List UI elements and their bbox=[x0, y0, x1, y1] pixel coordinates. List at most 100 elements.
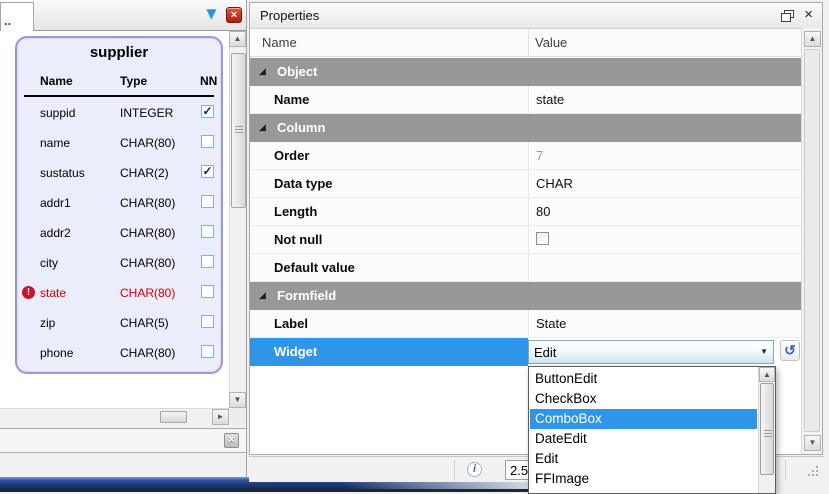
scrollbar-thumb[interactable] bbox=[231, 53, 246, 208]
scroll-up-button[interactable]: ▲ bbox=[804, 31, 821, 47]
not-null-checkbox[interactable]: ✓ bbox=[201, 105, 214, 118]
widget-dropdown-list: ButtonEditCheckBoxComboBoxDateEditEditFF… bbox=[528, 366, 776, 494]
scrollbar-corner bbox=[229, 408, 246, 425]
property-row-data-type[interactable]: Data typeCHAR bbox=[250, 170, 801, 198]
thumb-grip-icon bbox=[235, 126, 243, 134]
supplier-table[interactable]: supplier Name Type NN suppidINTEGER✓name… bbox=[15, 36, 223, 374]
column-type: CHAR(80) bbox=[120, 346, 175, 360]
dropdown-items: ButtonEditCheckBoxComboBoxDateEditEditFF… bbox=[530, 369, 757, 494]
dropdown-scrollbar[interactable]: ▲ bbox=[758, 367, 775, 493]
property-value-cell bbox=[528, 254, 801, 281]
column-name: addr2 bbox=[40, 226, 71, 240]
property-row-length[interactable]: Length 80 bbox=[250, 198, 801, 226]
dropdown-option-fflabel[interactable]: FFLabel bbox=[530, 489, 757, 494]
property-row-label[interactable]: Label State bbox=[250, 310, 801, 338]
column-name: zip bbox=[40, 316, 55, 330]
header-name: Name bbox=[40, 74, 73, 88]
not-null-checkbox[interactable] bbox=[536, 232, 549, 245]
table-column-sustatus[interactable]: sustatusCHAR(2)✓ bbox=[17, 157, 221, 187]
property-name: Length bbox=[274, 204, 317, 219]
thumb-grip-icon bbox=[764, 430, 772, 438]
column-name: phone bbox=[40, 346, 73, 360]
canvas-vertical-scrollbar[interactable]: ▲ ▼ bbox=[229, 31, 246, 408]
not-null-checkbox[interactable] bbox=[201, 285, 214, 298]
resize-grip[interactable] bbox=[806, 464, 820, 478]
name-column-header: Name bbox=[262, 35, 297, 50]
dropdown-option-ffimage[interactable]: FFImage bbox=[530, 469, 757, 489]
column-type: CHAR(2) bbox=[120, 166, 169, 180]
property-row-not-null[interactable]: Not null bbox=[250, 226, 801, 254]
table-column-phone[interactable]: phone CHAR(80) bbox=[17, 337, 221, 367]
table-column-state[interactable]: !stateCHAR(80) bbox=[17, 277, 221, 307]
close-diagram-button[interactable]: × bbox=[226, 7, 242, 23]
table-column-addr2[interactable]: addr2CHAR(80) bbox=[17, 217, 221, 247]
dropdown-option-edit[interactable]: Edit bbox=[530, 449, 757, 469]
table-column-addr1[interactable]: addr1CHAR(80) bbox=[17, 187, 221, 217]
revert-value-button[interactable]: ↺ bbox=[780, 340, 800, 361]
close-panel-button[interactable]: × bbox=[224, 433, 239, 448]
section-header-formfield[interactable]: ◢Formfield bbox=[250, 282, 801, 310]
property-row-name[interactable]: Name state bbox=[250, 86, 801, 114]
property-grid: ◢Object Name state ◢ColumnOrder7Data typeCH… bbox=[250, 58, 801, 366]
canvas-horizontal-scrollbar[interactable]: ► bbox=[0, 408, 229, 425]
not-null-checkbox[interactable] bbox=[201, 315, 214, 328]
float-window-icon[interactable] bbox=[781, 10, 794, 22]
expander-icon: ◢ bbox=[259, 67, 266, 76]
not-null-checkbox[interactable]: ✓ bbox=[201, 165, 214, 178]
supplier-rows: suppidINTEGER✓nameCHAR(80)sustatusCHAR(2… bbox=[17, 97, 221, 367]
not-null-checkbox[interactable] bbox=[201, 255, 214, 268]
property-name: Label bbox=[274, 316, 308, 331]
not-null-checkbox[interactable] bbox=[201, 225, 214, 238]
panel-divider[interactable] bbox=[246, 0, 247, 478]
table-column-city[interactable]: cityCHAR(80) bbox=[17, 247, 221, 277]
scroll-up-button[interactable]: ▲ bbox=[759, 367, 775, 382]
scroll-down-button[interactable]: ▼ bbox=[229, 392, 246, 408]
diagram-canvas[interactable]: supplier Name Type NN suppidINTEGER✓name… bbox=[0, 31, 246, 408]
column-divider bbox=[528, 29, 529, 56]
scroll-down-button[interactable]: ▼ bbox=[804, 435, 821, 451]
section-header-object[interactable]: ◢Object bbox=[250, 58, 801, 86]
column-type: CHAR(80) bbox=[120, 286, 175, 300]
property-value: state bbox=[536, 92, 564, 107]
scrollbar-thumb[interactable] bbox=[160, 411, 187, 423]
properties-title-bar[interactable]: Properties × bbox=[250, 3, 822, 29]
chevron-down-icon: ▼ bbox=[760, 348, 768, 356]
dropdown-option-buttonedit[interactable]: ButtonEdit bbox=[530, 369, 757, 389]
property-name: Data type bbox=[274, 176, 333, 191]
close-properties-button[interactable]: × bbox=[804, 6, 813, 24]
widget-combobox[interactable]: Edit▼ bbox=[528, 340, 774, 364]
column-name: addr1 bbox=[40, 196, 71, 210]
property-row-widget[interactable]: Widget Edit▼ bbox=[250, 338, 801, 366]
not-null-checkbox[interactable] bbox=[201, 345, 214, 358]
table-header: Name Type NN bbox=[17, 70, 221, 94]
property-value: State bbox=[536, 316, 566, 331]
scroll-up-button[interactable]: ▲ bbox=[229, 31, 246, 47]
diagram-tab[interactable]: .. bbox=[0, 2, 34, 31]
expander-icon: ◢ bbox=[259, 291, 266, 300]
not-null-checkbox[interactable] bbox=[201, 195, 214, 208]
property-value-cell: 80 bbox=[528, 198, 801, 225]
table-column-zip[interactable]: zipCHAR(5) bbox=[17, 307, 221, 337]
dropdown-option-dateedit[interactable]: DateEdit bbox=[530, 429, 757, 449]
diagram-tab-bar: .. ▼ × bbox=[0, 0, 246, 31]
table-column-suppid[interactable]: suppidINTEGER✓ bbox=[17, 97, 221, 127]
properties-vertical-scrollbar[interactable]: ▲ ▼ bbox=[801, 28, 822, 454]
property-row-default-value[interactable]: Default value bbox=[250, 254, 801, 282]
property-row-order[interactable]: Order7 bbox=[250, 142, 801, 170]
dropdown-option-combobox[interactable]: ComboBox bbox=[530, 409, 757, 429]
dropdown-option-checkbox[interactable]: CheckBox bbox=[530, 389, 757, 409]
property-name: Name bbox=[274, 92, 309, 107]
scrollbar-thumb[interactable] bbox=[804, 49, 820, 432]
column-name: name bbox=[40, 136, 70, 150]
scroll-right-button[interactable]: ► bbox=[212, 409, 229, 425]
not-null-checkbox[interactable] bbox=[201, 135, 214, 148]
bottom-mini-bar bbox=[0, 428, 246, 453]
scrollbar-thumb[interactable] bbox=[760, 383, 774, 475]
statusbar-divider bbox=[785, 460, 786, 480]
tab-scroll-triangle-icon[interactable]: ▼ bbox=[203, 5, 220, 22]
property-name: Widget bbox=[274, 344, 317, 359]
section-header-column[interactable]: ◢Column bbox=[250, 114, 801, 142]
table-column-name[interactable]: nameCHAR(80) bbox=[17, 127, 221, 157]
info-icon[interactable]: i bbox=[467, 462, 482, 477]
diagram-tab-label: .. bbox=[4, 13, 11, 28]
